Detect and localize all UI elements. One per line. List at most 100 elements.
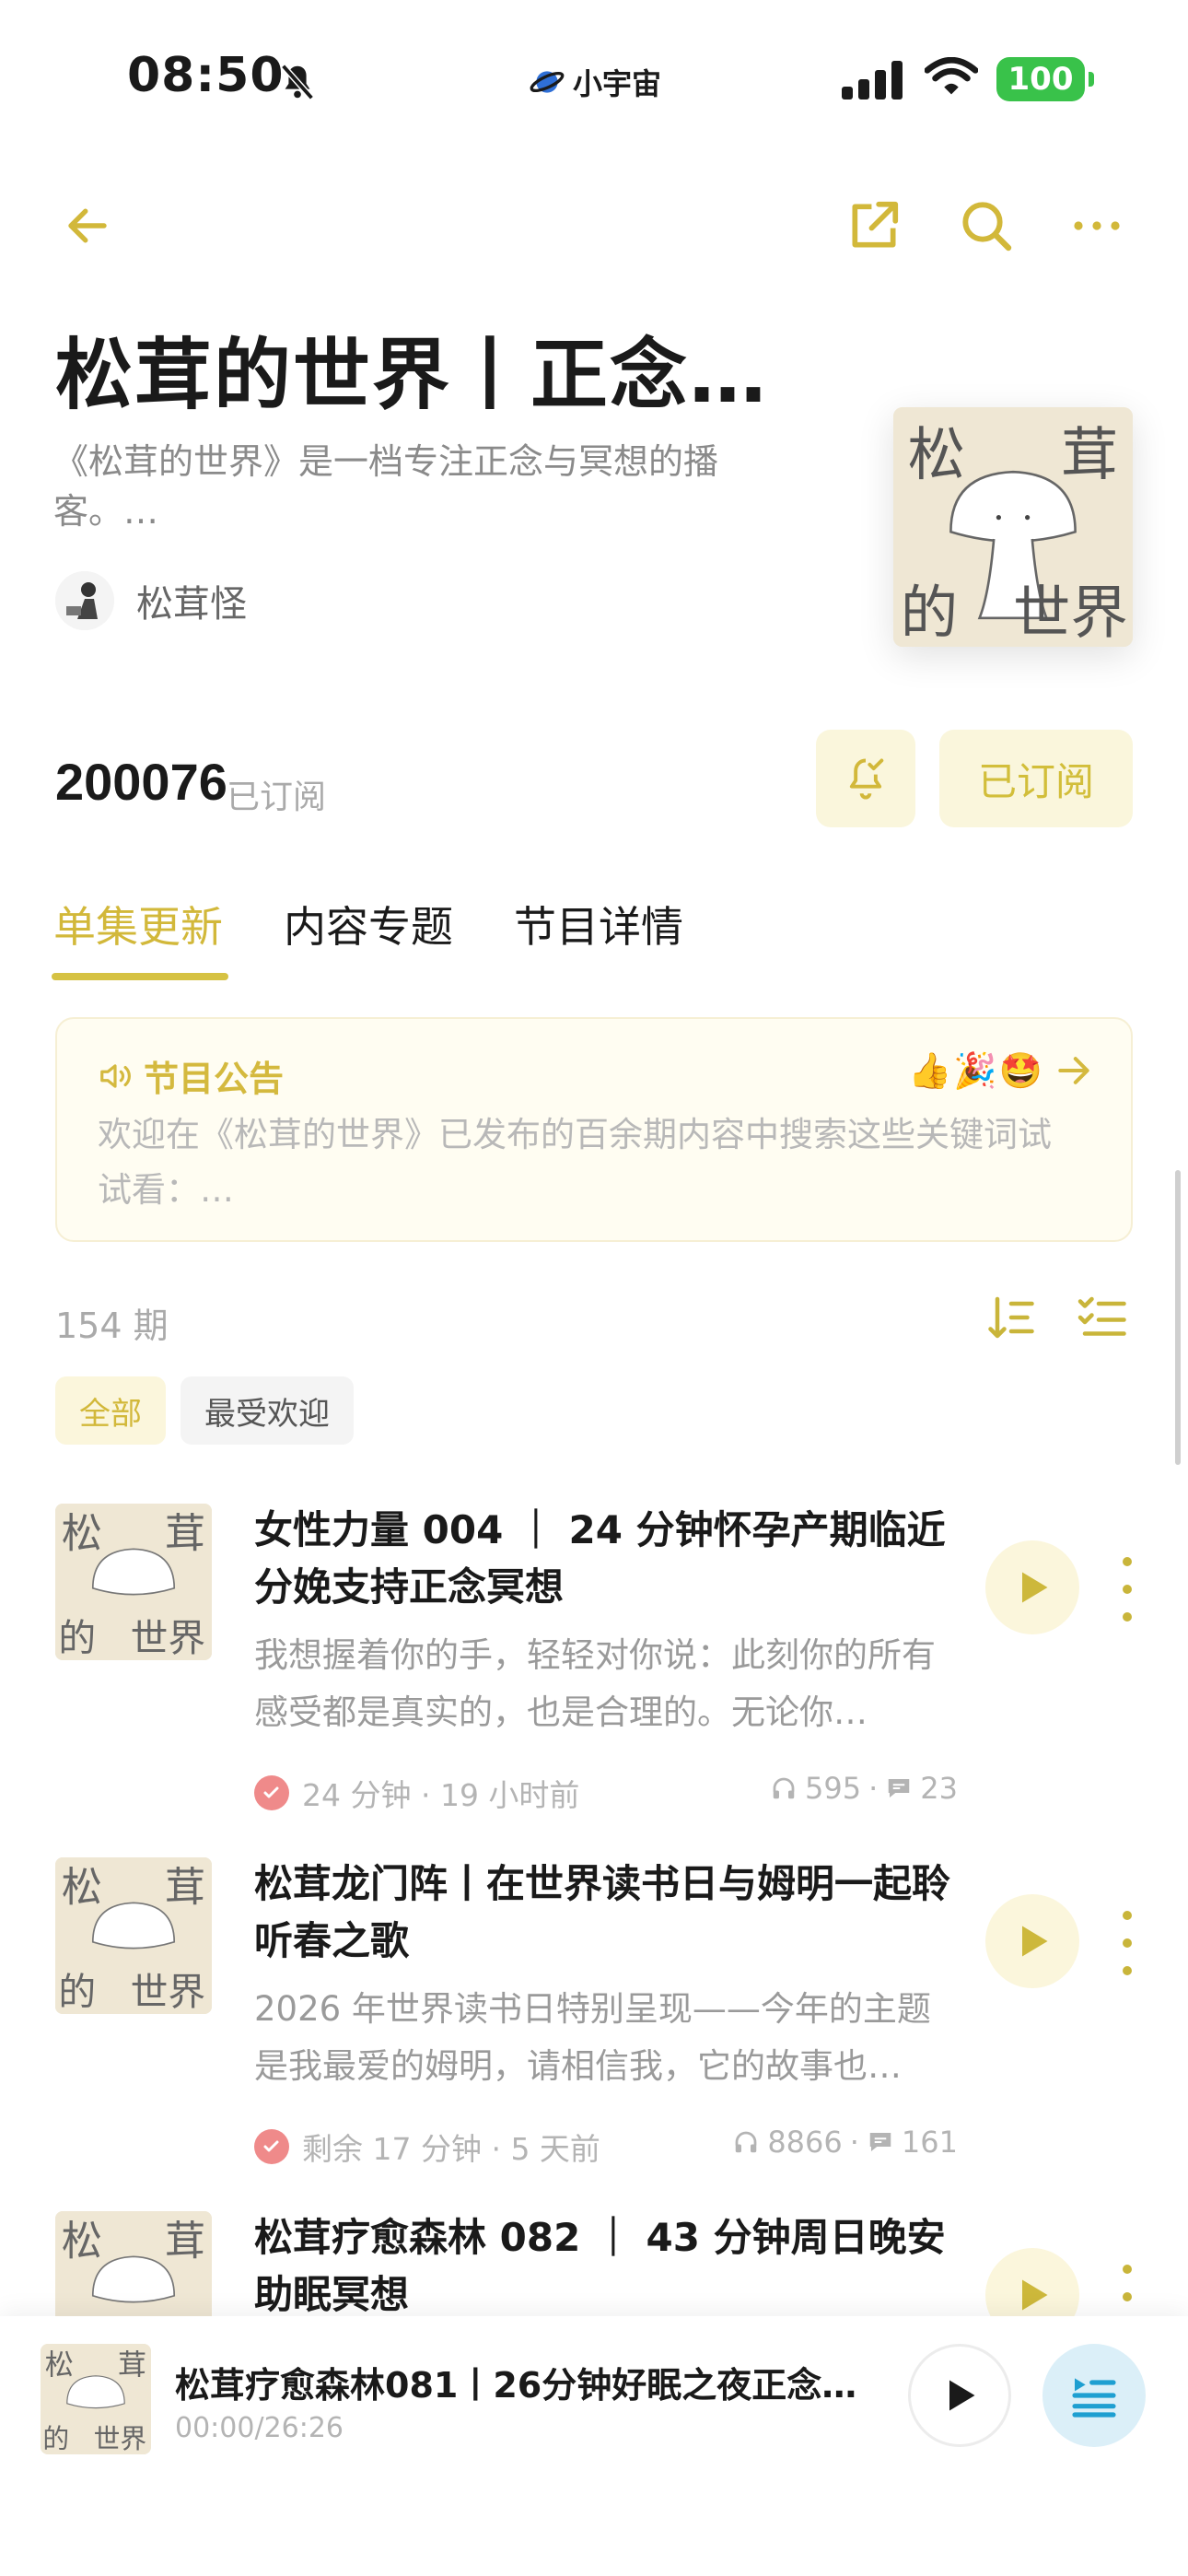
svg-text:茸: 茸 xyxy=(165,1865,205,1912)
episode-count: 154 期 xyxy=(55,1306,169,1346)
episode-meta-text: 24 分钟 · 19 小时前 xyxy=(302,1777,580,1813)
checklist-icon[interactable] xyxy=(1076,1290,1131,1345)
search-button[interactable] xyxy=(954,193,1019,258)
planet-icon xyxy=(530,71,565,93)
subscriber-count: 200076 xyxy=(55,753,227,811)
player-cover: 松 茸 的 世界 xyxy=(41,2344,151,2454)
back-button[interactable] xyxy=(55,193,120,258)
announcement-emojis: 👍🎉🤩 xyxy=(908,1050,1044,1091)
svg-text:的: 的 xyxy=(42,2423,69,2454)
episode-play-button[interactable] xyxy=(985,1540,1079,1634)
tab-details[interactable]: 节目详情 xyxy=(514,894,683,954)
speaker-icon xyxy=(100,1063,131,1088)
podcast-title: 松茸的世界丨正念… xyxy=(55,330,769,420)
cover-char-4: 世界 xyxy=(1013,579,1128,646)
author-name: 松茸怪 xyxy=(136,583,247,626)
announcement-body: 欢迎在《松茸的世界》已发布的百余期内容中搜索这些关键词试试看：… xyxy=(98,1115,1052,1210)
filter-popular[interactable]: 最受欢迎 xyxy=(181,1376,354,1445)
svg-text:的: 的 xyxy=(58,1970,96,2014)
svg-text:松: 松 xyxy=(45,2349,74,2383)
notification-button[interactable] xyxy=(816,730,915,827)
battery-indicator: 100 xyxy=(996,57,1094,101)
search-icon xyxy=(962,202,1012,252)
episode-description: 我想握着你的手，轻轻对你说：此刻你的所有感受都是真实的，也是合理的。无论你… xyxy=(254,1635,936,1732)
filter-all[interactable]: 全部 xyxy=(55,1376,166,1445)
svg-text:松: 松 xyxy=(62,1511,102,1558)
more-button[interactable] xyxy=(1065,193,1129,258)
play-icon xyxy=(1022,1572,1048,1603)
episode-title: 松茸疗愈森林 082 ｜ 43 分钟周日晚安助眠冥想 xyxy=(254,2215,946,2317)
episode-item[interactable]: 松 茸 的 世界 松茸龙门阵丨在世界读书日与姆明一起聆听春之歌 2026 年世界… xyxy=(0,1857,1188,2207)
cover-char-3: 的 xyxy=(901,579,958,646)
episode-title: 女性力量 004 ｜ 24 分钟怀孕产期临近分娩支持正念冥想 xyxy=(254,1507,946,1610)
subscribed-button[interactable]: 已订阅 xyxy=(939,730,1133,827)
play-icon xyxy=(949,2380,975,2411)
arrow-left-icon xyxy=(68,208,107,243)
share-icon xyxy=(852,201,899,248)
brand-label: 小宇宙 xyxy=(573,66,662,101)
announcement-title: 节目公告 xyxy=(144,1059,285,1099)
play-count: 8866 xyxy=(767,2125,843,2160)
podcast-description[interactable]: 《松茸的世界》是一档专注正念与冥想的播客。… xyxy=(53,437,790,536)
tab-topics[interactable]: 内容专题 xyxy=(284,894,453,954)
tab-underline xyxy=(52,973,228,980)
comment-count: 161 xyxy=(901,2125,958,2160)
svg-text:茸: 茸 xyxy=(165,1511,205,1558)
player-title: 松茸疗愈森林081丨26分钟好眠之夜正念洗… xyxy=(175,2365,884,2406)
wifi-icon xyxy=(925,57,978,95)
play-icon xyxy=(1022,2279,1048,2311)
comment-icon xyxy=(869,2133,891,2151)
arrow-right-icon xyxy=(1058,1057,1089,1084)
episode-meta-text: 剩余 17 分钟 · 5 天前 xyxy=(302,2131,600,2167)
playlist-button[interactable] xyxy=(1042,2344,1146,2447)
author-avatar xyxy=(55,571,114,630)
bell-check-icon xyxy=(849,758,884,800)
svg-text:世界: 世界 xyxy=(131,1970,206,2014)
svg-text:茸: 茸 xyxy=(118,2349,146,2383)
scrollbar[interactable] xyxy=(1175,1170,1181,1465)
svg-text:茸: 茸 xyxy=(165,2219,205,2266)
author[interactable]: 松茸怪 xyxy=(55,571,247,630)
episode-cover: 松 茸 的 世界 xyxy=(55,1504,212,1660)
played-check-icon xyxy=(254,1775,289,1810)
sort-icon[interactable] xyxy=(984,1290,1039,1345)
episode-more-button[interactable] xyxy=(1116,1911,1138,1975)
comment-count: 23 xyxy=(920,1771,958,1806)
play-count: 595 xyxy=(805,1771,862,1806)
player-play-button[interactable] xyxy=(908,2344,1011,2447)
play-icon xyxy=(1022,1926,1048,1957)
episode-description: 2026 年世界读书日特别呈现——今年的主题是我最爱的姆明，请相信我，它的故事也… xyxy=(254,1989,931,2086)
cover-char-2: 茸 xyxy=(1061,421,1118,488)
status-brand: 小宇宙 xyxy=(529,61,661,103)
podcast-cover: 松 茸 的 世界 xyxy=(893,407,1133,647)
announcement-header: 节目公告 xyxy=(98,1050,284,1101)
cover-char-1: 松 xyxy=(908,421,965,488)
episode-title: 松茸龙门阵丨在世界读书日与姆明一起聆听春之歌 xyxy=(254,1861,951,1963)
tab-episodes[interactable]: 单集更新 xyxy=(53,894,223,954)
status-bar: 08:50 小宇宙 100 xyxy=(0,0,1188,157)
svg-text:世界: 世界 xyxy=(94,2423,147,2454)
mini-player[interactable]: 松 茸 的 世界 松茸疗愈森林081丨26分钟好眠之夜正念洗… 00:00/26… xyxy=(0,2316,1188,2576)
headphones-icon xyxy=(773,1777,795,1799)
cellular-signal-icon xyxy=(842,61,903,100)
episode-cover: 松 茸 的 世界 xyxy=(55,1857,212,2014)
episode-more-button[interactable] xyxy=(1116,1557,1138,1622)
played-check-icon xyxy=(254,2129,289,2164)
episode-stats: 595 · 23 xyxy=(770,1771,958,1806)
comment-icon xyxy=(889,1779,910,1797)
playlist-icon xyxy=(1072,2378,1116,2418)
player-time: 00:00/26:26 xyxy=(175,2412,344,2444)
bell-muted-icon xyxy=(281,64,314,100)
share-button[interactable] xyxy=(842,193,906,258)
episode-play-button[interactable] xyxy=(985,1894,1079,1988)
svg-text:世界: 世界 xyxy=(131,1616,206,1660)
episode-meta: 剩余 17 分钟 · 5 天前 xyxy=(254,2125,600,2169)
episode-stats: 8866 · 161 xyxy=(732,2125,958,2160)
cover-art: 松 茸 的 世界 xyxy=(893,407,1133,647)
episode-meta: 24 分钟 · 19 小时前 xyxy=(254,1771,579,1815)
svg-text:松: 松 xyxy=(62,1865,102,1912)
headphones-icon xyxy=(735,2131,757,2153)
announcement-card[interactable]: 节目公告 👍🎉🤩 欢迎在《松茸的世界》已发布的百余期内容中搜索这些关键词试试看：… xyxy=(55,1017,1133,1242)
svg-text:的: 的 xyxy=(58,1616,96,1660)
episode-item[interactable]: 松 茸 的 世界 女性力量 004 ｜ 24 分钟怀孕产期临近分娩支持正念冥想 … xyxy=(0,1504,1188,1854)
